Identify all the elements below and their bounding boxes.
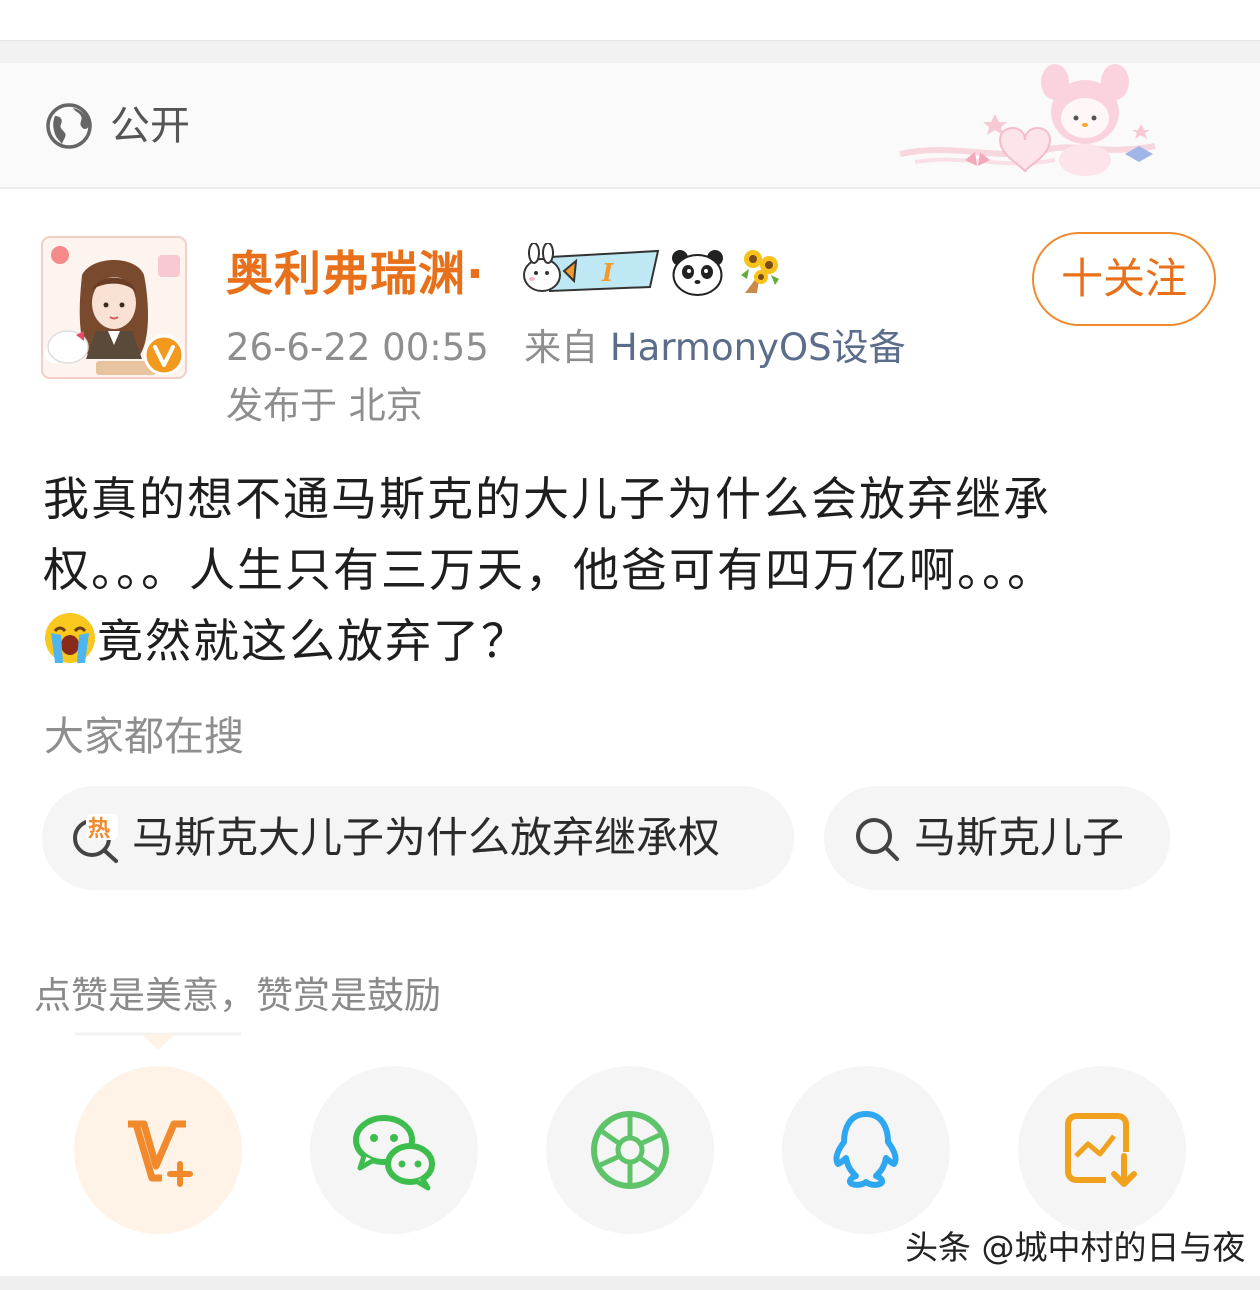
hot-search-icon: 热 (73, 814, 118, 863)
qq-icon (833, 1111, 899, 1188)
search-chip[interactable]: 热 马斯克大儿子为什么放弃继承权 (42, 786, 794, 890)
wechat-icon (353, 1115, 435, 1191)
source-prefix: 来自 (524, 326, 599, 369)
panda-icon (672, 250, 723, 296)
weibo-reward-button[interactable] (74, 1066, 242, 1234)
post-body: 我真的想不通马斯克的大儿子为什么会放弃继承 权。。。人生只有三万天，他爸可有四万… (43, 464, 1233, 677)
post-text-tail: 竟然就这么放弃了？ (97, 614, 529, 668)
post-text-line: 竟然就这么放弃了？ (43, 606, 1233, 677)
section-gap (0, 41, 1260, 63)
my-melody-decoration (899, 64, 1156, 176)
search-icon (856, 818, 899, 861)
post-location: 发布于 北京 (226, 384, 423, 427)
search-chip[interactable]: 马斯克儿子 (824, 786, 1170, 890)
moments-icon (591, 1111, 669, 1189)
crying-emoji-icon (45, 613, 95, 663)
post-text-line: 权。。。人生只有三万天，他爸可有四万亿啊。。。 (43, 543, 1055, 597)
watermark: 头条 @城中村的日与夜 (905, 1228, 1246, 1267)
save-image-button[interactable] (1018, 1066, 1186, 1234)
sunflower-bouquet-icon (741, 250, 779, 293)
author-avatar[interactable] (40, 235, 188, 380)
trending-search-heading: 大家都在搜 (44, 714, 244, 760)
follow-button[interactable]: 十关注 (1032, 232, 1216, 326)
visibility-label: 公开 (110, 103, 190, 149)
search-chip-label: 马斯克大儿子为什么放弃继承权 (132, 813, 721, 862)
top-strip (0, 0, 1260, 41)
svg-text:I: I (601, 258, 614, 287)
post-source[interactable]: HarmonyOS设备 (610, 326, 906, 369)
post-time: 26-6-22 00:55 (226, 326, 489, 369)
svg-text:热: 热 (88, 816, 110, 842)
wechat-share-button[interactable] (310, 1066, 478, 1234)
reward-tip: 点赞是美意，赞赏是鼓励 (34, 974, 441, 1017)
post-meta: 26-6-22 00:55 来自 HarmonyOS设备 (226, 322, 906, 374)
search-chip-label: 马斯克儿子 (914, 813, 1125, 862)
author-name[interactable]: 奥利弗瑞渊· (226, 245, 485, 305)
bunny-badge-icon: I (523, 243, 660, 293)
bottom-band (0, 1276, 1260, 1290)
globe-icon (46, 103, 92, 149)
qq-share-button[interactable] (782, 1066, 950, 1234)
v-plus-icon (128, 1120, 193, 1187)
post-text-line: 我真的想不通马斯克的大儿子为什么会放弃继承 (43, 472, 1051, 526)
tip-pointer (75, 1032, 241, 1050)
save-image-icon (1065, 1113, 1142, 1190)
moments-share-button[interactable] (546, 1066, 714, 1234)
